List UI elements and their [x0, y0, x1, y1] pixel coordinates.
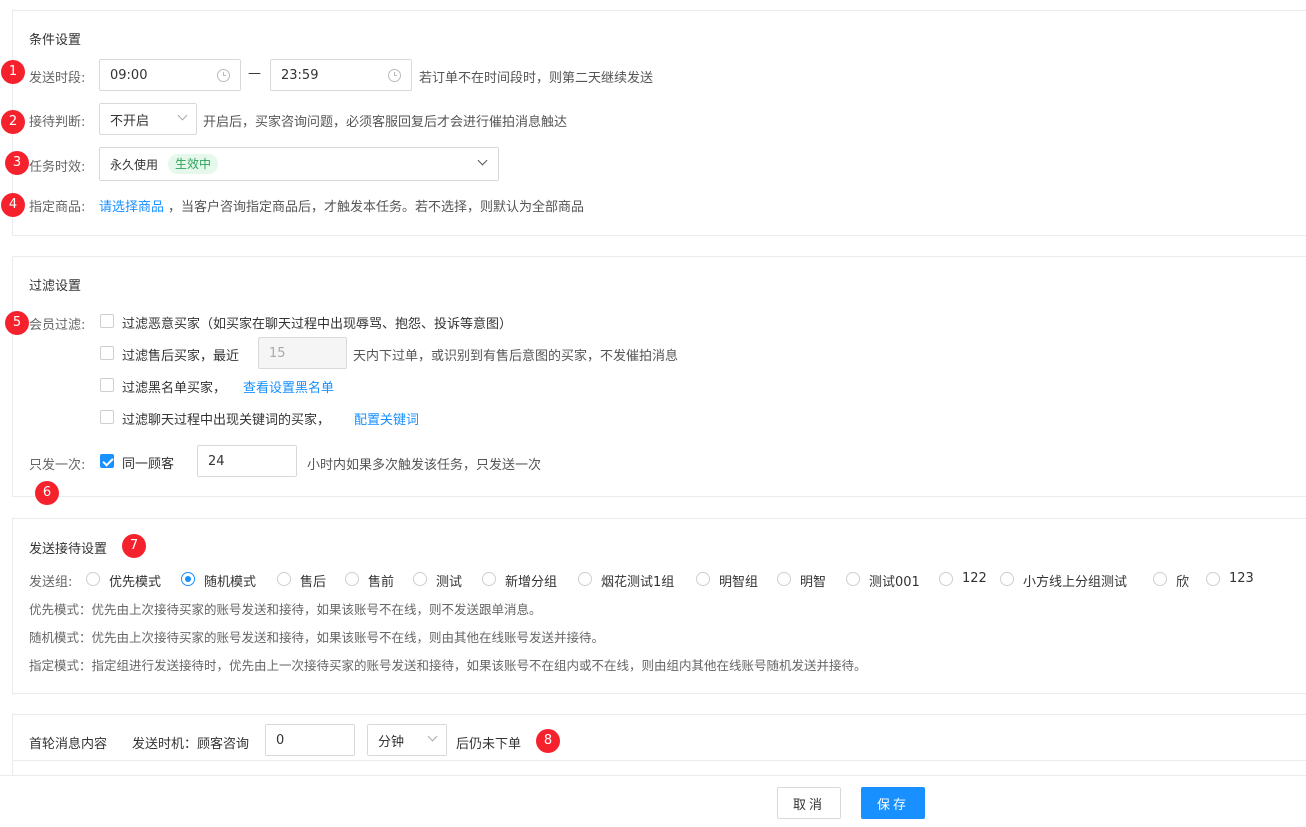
send-group-radio[interactable] — [345, 572, 359, 586]
desc-specified: 指定模式：指定组进行发送接待时，优先由上一次接待买家的账号发送和接待，如果该账号… — [29, 658, 867, 673]
view-blacklist-link[interactable]: 查看设置黑名单 — [243, 377, 334, 396]
timing-suffix: 后仍未下单 — [456, 737, 522, 752]
send-group-radio[interactable] — [846, 572, 860, 586]
filter-malicious-checkbox[interactable] — [100, 314, 114, 328]
clock-icon — [388, 69, 401, 82]
chevron-down-icon — [477, 155, 488, 166]
send-group-radio[interactable] — [578, 572, 592, 586]
marker-6: 6 — [35, 481, 59, 505]
marker-7: 7 — [122, 534, 146, 558]
end-time-input[interactable] — [270, 59, 412, 91]
first-round-divider — [12, 760, 1306, 761]
time-separator: — — [248, 66, 261, 81]
same-customer-checkbox[interactable] — [100, 454, 114, 468]
filter-keyword-checkbox[interactable] — [100, 410, 114, 424]
marker-4: 4 — [1, 193, 25, 217]
send-group-radio[interactable] — [1206, 572, 1220, 586]
send-once-label: 只发一次: — [29, 458, 86, 473]
send-group-label: 发送组: — [29, 575, 73, 590]
send-time-hint: 若订单不在时间段时，则第二天继续发送 — [419, 71, 654, 86]
send-group-radio[interactable] — [1153, 572, 1167, 586]
send-group-option-label[interactable]: 122 — [962, 571, 987, 586]
timing-unit-select[interactable]: 分钟 — [367, 724, 447, 756]
validity-label: 任务时效: — [29, 160, 86, 175]
chevron-down-icon — [427, 731, 438, 742]
member-filter-label: 会员过滤: — [29, 318, 86, 333]
filter-malicious-text: 过滤恶意买家（如买家在聊天过程中出现辱骂、抱怨、投诉等意图） — [122, 317, 513, 332]
marker-2: 2 — [1, 110, 25, 134]
send-group-option-label[interactable]: 欣 — [1176, 571, 1189, 590]
send-group-radio[interactable] — [939, 572, 953, 586]
validity-value: 永久使用 — [110, 157, 159, 172]
status-badge: 生效中 — [168, 154, 219, 174]
reception-select[interactable]: 不开启 — [99, 103, 197, 135]
send-group-radio[interactable] — [482, 572, 496, 586]
once-hours-value[interactable] — [208, 453, 286, 469]
send-group-option-label[interactable]: 小方线上分组测试 — [1023, 571, 1127, 590]
timing-unit-value: 分钟 — [378, 734, 405, 750]
aftersale-days-value[interactable] — [269, 345, 336, 361]
send-group-radio[interactable] — [181, 572, 195, 586]
once-hours-input[interactable] — [197, 445, 297, 477]
filter-blacklist-checkbox[interactable] — [100, 378, 114, 392]
aftersale-suffix: 天内下过单，或识别到有售后意图的买家，不发催拍消息 — [353, 349, 679, 364]
filter-aftersale-text: 过滤售后买家，最近 — [122, 349, 240, 364]
send-group-option-label[interactable]: 烟花测试1组 — [601, 571, 674, 590]
same-customer-text: 同一顾客 — [122, 457, 175, 472]
filter-blacklist-text: 过滤黑名单买家， — [122, 381, 227, 396]
first-round-title: 首轮消息内容 — [29, 737, 108, 752]
validity-select[interactable]: 永久使用 生效中 — [99, 147, 499, 181]
desc-priority: 优先模式：优先由上次接待买家的账号发送和接待，如果该账号不在线，则不发送跟单消息… — [29, 602, 542, 617]
send-group-option-label[interactable]: 优先模式 — [109, 571, 161, 590]
start-time-input[interactable] — [99, 59, 241, 91]
save-button[interactable]: 保存 — [861, 787, 925, 819]
footer-bar — [0, 775, 1306, 827]
filter-title: 过滤设置 — [29, 279, 82, 294]
condition-title: 条件设置 — [29, 33, 82, 48]
aftersale-days-input[interactable] — [258, 337, 347, 369]
send-group-radio[interactable] — [1000, 572, 1014, 586]
send-group-radio[interactable] — [777, 572, 791, 586]
once-hint: 小时内如果多次触发该任务，只发送一次 — [307, 458, 542, 473]
reception-hint: 开启后，买家咨询问题，必须客服回复后才会进行催拍消息触达 — [203, 115, 568, 130]
marker-5: 5 — [5, 311, 29, 335]
select-product-link[interactable]: 请选择商品 — [99, 196, 164, 215]
send-group-option-label[interactable]: 123 — [1229, 571, 1254, 586]
reception-label: 接待判断: — [29, 115, 86, 130]
marker-8: 8 — [536, 729, 560, 753]
marker-1: 1 — [1, 60, 25, 84]
send-group-radio[interactable] — [696, 572, 710, 586]
product-label: 指定商品: — [29, 200, 86, 215]
send-group-option-label[interactable]: 随机模式 — [204, 571, 256, 590]
timing-value[interactable] — [276, 732, 344, 748]
send-group-option-label[interactable]: 售前 — [368, 571, 394, 590]
send-group-option-label[interactable]: 测试 — [436, 571, 462, 590]
timing-value-input[interactable] — [265, 724, 355, 756]
send-group-option-label[interactable]: 明智组 — [719, 571, 758, 590]
desc-random: 随机模式：优先由上次接待买家的账号发送和接待，如果该账号不在线，则由其他在线账号… — [29, 630, 605, 645]
product-hint: ，当客户咨询指定商品后，才触发本任务。若不选择，则默认为全部商品 — [168, 200, 585, 215]
send-group-option-label[interactable]: 明智 — [800, 571, 826, 590]
configure-keywords-link[interactable]: 配置关键词 — [354, 409, 419, 428]
end-time-value[interactable] — [281, 67, 401, 83]
reception-select-value: 不开启 — [110, 113, 150, 129]
send-group-option-label[interactable]: 售后 — [300, 571, 326, 590]
cancel-button[interactable]: 取消 — [777, 787, 841, 819]
send-group-radio[interactable] — [86, 572, 100, 586]
start-time-value[interactable] — [110, 67, 230, 83]
marker-3: 3 — [5, 151, 29, 175]
chevron-down-icon — [177, 110, 188, 121]
send-time-label: 发送时段: — [29, 71, 86, 86]
filter-aftersale-checkbox[interactable] — [100, 346, 114, 360]
clock-icon — [217, 69, 230, 82]
send-group-radio[interactable] — [413, 572, 427, 586]
send-timing-label: 发送时机：顾客咨询 — [132, 737, 250, 752]
send-group-radio[interactable] — [277, 572, 291, 586]
send-group-option-label[interactable]: 测试001 — [869, 571, 920, 590]
send-group-option-label[interactable]: 新增分组 — [505, 571, 557, 590]
filter-keyword-text: 过滤聊天过程中出现关键词的买家， — [122, 413, 331, 428]
reception-setting-title: 发送接待设置 — [29, 542, 108, 557]
